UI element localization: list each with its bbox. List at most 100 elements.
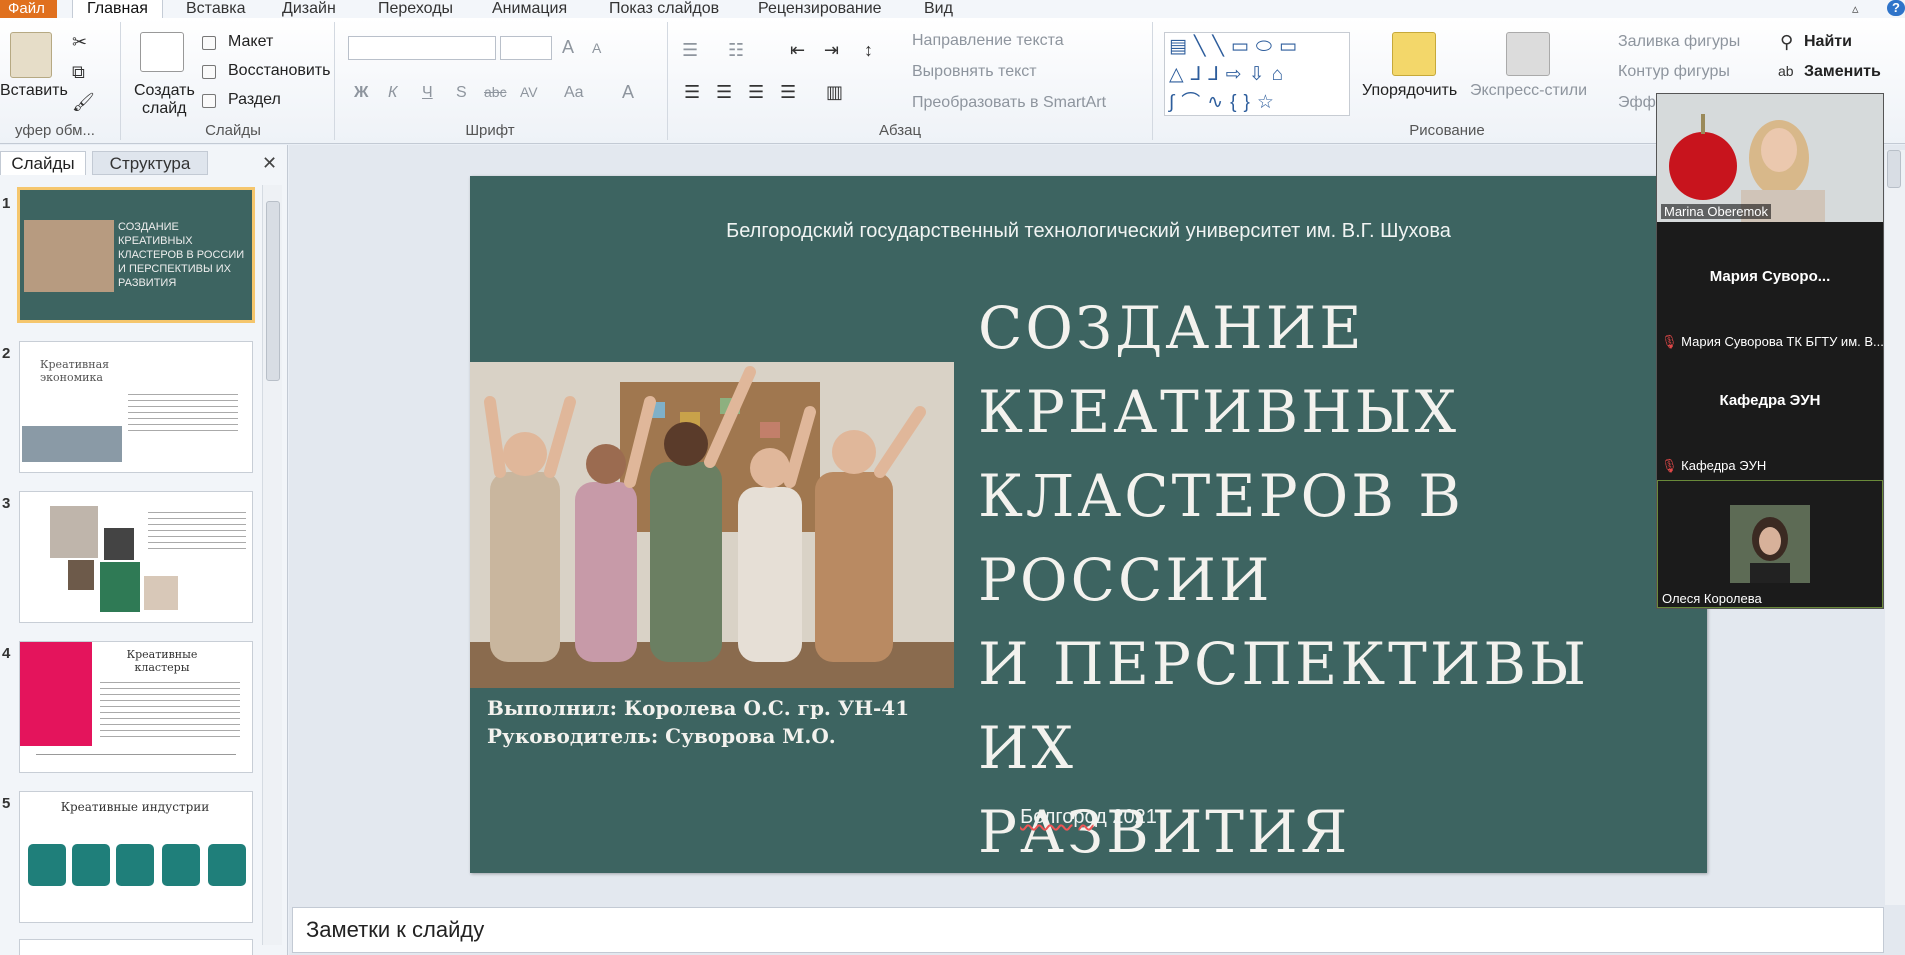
- shape-effects-button[interactable]: Эфф: [1618, 94, 1656, 112]
- tab-outline[interactable]: Структура: [92, 151, 208, 175]
- thumb-photo: [24, 220, 114, 292]
- find-button[interactable]: Найти: [1804, 33, 1852, 51]
- thumb-text: [100, 682, 240, 738]
- paste-icon[interactable]: [10, 32, 52, 78]
- slides-panel: Слайды Структура ✕ 1 СОЗДАНИЕ КРЕАТИВНЫХ…: [0, 145, 288, 955]
- participant-name: Олеся Королева: [1662, 591, 1762, 606]
- shape-fill-button[interactable]: Заливка фигуры: [1618, 33, 1740, 51]
- shrink-font-button[interactable]: A: [592, 40, 601, 56]
- italic-button[interactable]: К: [388, 84, 397, 102]
- reset-button[interactable]: Восстановить: [228, 62, 330, 80]
- scroll-thumb[interactable]: [266, 201, 280, 381]
- new-slide-button[interactable]: Создать: [134, 82, 195, 100]
- paste-button[interactable]: Вставить: [0, 82, 68, 100]
- help-icon[interactable]: ?: [1887, 0, 1905, 16]
- bullets-icon[interactable]: ☰: [682, 40, 698, 61]
- thumb-accent-block: [20, 642, 92, 746]
- grow-font-button[interactable]: A: [562, 37, 574, 58]
- font-name-select[interactable]: [348, 36, 496, 60]
- tab-design[interactable]: Дизайн: [282, 0, 336, 18]
- supervisor-text[interactable]: Руководитель: Суворова М.О.: [487, 724, 836, 748]
- quick-styles-button[interactable]: Экспресс-стили: [1470, 82, 1587, 100]
- slide-title[interactable]: СОЗДАНИЕ КРЕАТИВНЫХ КЛАСТЕРОВ В РОССИИ И…: [978, 286, 1707, 873]
- slide-thumbnail-2[interactable]: Креативная экономика: [19, 341, 253, 473]
- increase-indent-icon[interactable]: ⇥: [824, 40, 839, 61]
- slide-thumbnail-1[interactable]: СОЗДАНИЕ КРЕАТИВНЫХ КЛАСТЕРОВ В РОССИИ И…: [17, 187, 255, 323]
- slide-scrollbar[interactable]: [1885, 150, 1905, 905]
- university-name: Белгородский государственный технологиче…: [726, 220, 1451, 242]
- group-separator: [334, 22, 335, 140]
- tab-insert[interactable]: Вставка: [186, 0, 245, 18]
- tab-slides[interactable]: Слайды: [0, 151, 86, 175]
- shapes-gallery[interactable]: ▤╲╲▭⬭▭ △⅃⅃⇨⇩⌂ ∫⌒∿{}☆: [1164, 32, 1350, 116]
- line-spacing-icon[interactable]: ↕: [864, 40, 873, 61]
- city-text: Белгород: [1020, 806, 1107, 828]
- participant-tile[interactable]: Marina Oberemok: [1657, 94, 1883, 222]
- thumb-text: [128, 394, 238, 436]
- arrange-icon[interactable]: [1392, 32, 1436, 76]
- font-size-select[interactable]: [500, 36, 552, 60]
- arrange-button[interactable]: Упорядочить: [1362, 82, 1457, 100]
- layout-button[interactable]: Макет: [228, 33, 273, 51]
- thumb-text: [148, 512, 246, 552]
- tab-home[interactable]: Главная: [72, 0, 163, 18]
- participant-tile[interactable]: Кафедра ЭУН 🎙 Кафедра ЭУН: [1657, 354, 1883, 478]
- close-panel-icon[interactable]: ✕: [262, 153, 277, 174]
- scroll-thumb[interactable]: [1887, 150, 1901, 188]
- muted-mic-icon: 🎙: [1661, 334, 1678, 349]
- notes-pane[interactable]: Заметки к слайду: [292, 907, 1884, 953]
- columns-icon[interactable]: ▥: [826, 82, 843, 103]
- strikethrough-button[interactable]: abc: [484, 84, 507, 100]
- participant-tile-active[interactable]: Олеся Королева: [1657, 480, 1883, 608]
- format-painter-icon[interactable]: 🖌: [72, 92, 95, 113]
- shadow-button[interactable]: S: [456, 84, 467, 102]
- copy-icon[interactable]: ⧉: [72, 62, 85, 83]
- minimize-ribbon-icon[interactable]: ▵: [1852, 0, 1859, 18]
- char-spacing-button[interactable]: AV: [520, 84, 538, 100]
- justify-icon[interactable]: ☰: [780, 82, 796, 103]
- replace-button[interactable]: Заменить: [1804, 63, 1881, 81]
- participant-tile[interactable]: Мария Суворо... 🎙 Мария Суворова ТК БГТУ…: [1657, 224, 1884, 352]
- thumb-card: [162, 844, 200, 886]
- author-text[interactable]: Выполнил: Королева О.С. гр. УН-41: [487, 696, 909, 720]
- bold-button[interactable]: Ж: [354, 84, 368, 102]
- quick-styles-icon[interactable]: [1506, 32, 1550, 76]
- tab-animation[interactable]: Анимация: [492, 0, 567, 18]
- slide-thumbnail-3[interactable]: [19, 491, 253, 623]
- align-text-button[interactable]: Выровнять текст: [912, 63, 1037, 81]
- slide-thumbnail-6[interactable]: [19, 939, 253, 955]
- underline-button[interactable]: Ч: [422, 84, 433, 102]
- team-photo: [470, 362, 954, 688]
- tab-slideshow[interactable]: Показ слайдов: [609, 0, 719, 18]
- align-right-icon[interactable]: ☰: [748, 82, 764, 103]
- thumbnails-scrollbar[interactable]: [262, 185, 282, 945]
- align-center-icon[interactable]: ☰: [716, 82, 732, 103]
- shape-outline-button[interactable]: Контур фигуры: [1618, 63, 1730, 81]
- font-color-button[interactable]: A: [622, 82, 634, 103]
- numbering-icon[interactable]: ☷: [728, 40, 744, 61]
- new-slide-button-line2[interactable]: слайд: [142, 100, 187, 118]
- change-case-button[interactable]: Aa: [564, 84, 584, 102]
- tab-transitions[interactable]: Переходы: [378, 0, 453, 18]
- slide-number: 1: [2, 195, 11, 212]
- decrease-indent-icon[interactable]: ⇤: [790, 40, 805, 61]
- slide-thumbnail-5[interactable]: Креативные индустрии: [19, 791, 253, 923]
- layout-icon: [202, 36, 216, 50]
- current-slide[interactable]: Белгородский государственный технологиче…: [470, 176, 1707, 873]
- slide-number: 4: [2, 645, 11, 662]
- replace-icon: ab: [1778, 63, 1794, 79]
- text-direction-button[interactable]: Направление текста: [912, 32, 1064, 50]
- drawing-group-label: Рисование: [1409, 122, 1485, 139]
- city-year[interactable]: Белгород 2021: [470, 806, 1707, 829]
- section-button[interactable]: Раздел: [228, 91, 281, 109]
- thumb-title: СОЗДАНИЕ КРЕАТИВНЫХ КЛАСТЕРОВ В РОССИИ И…: [118, 221, 245, 289]
- thumb-card: [28, 844, 66, 886]
- smartart-button[interactable]: Преобразовать в SmartArt: [912, 94, 1106, 112]
- cut-icon[interactable]: ✂: [72, 32, 87, 53]
- tab-view[interactable]: Вид: [924, 0, 953, 18]
- tab-review[interactable]: Рецензирование: [758, 0, 882, 18]
- slide-thumbnail-4[interactable]: Креативные кластеры: [19, 641, 253, 773]
- new-slide-icon[interactable]: [140, 32, 184, 72]
- align-left-icon[interactable]: ☰: [684, 82, 700, 103]
- tab-file[interactable]: Файл: [0, 0, 57, 18]
